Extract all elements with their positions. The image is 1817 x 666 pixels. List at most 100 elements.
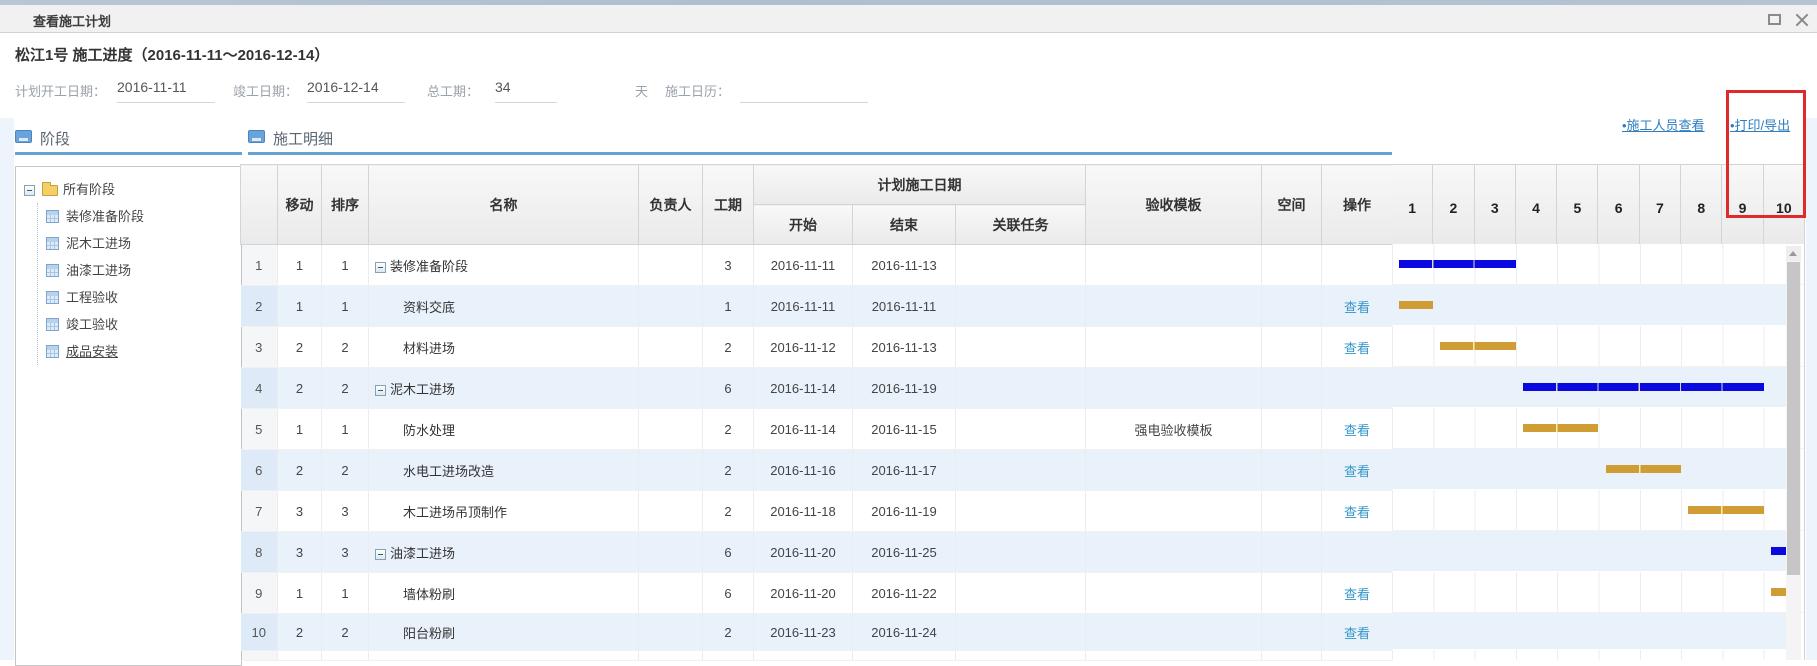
gantt-day-header: 7 xyxy=(1640,165,1681,245)
gantt-day-header: 1 xyxy=(1392,165,1433,245)
total-duration-value[interactable]: 34 xyxy=(495,79,557,103)
task-name: 防水处理 xyxy=(403,423,455,438)
cell-related-task xyxy=(956,368,1086,409)
col-space: 空间 xyxy=(1262,165,1322,245)
worker-view-link[interactable]: •施工人员查看 xyxy=(1622,115,1705,134)
col-move: 移动 xyxy=(278,165,322,245)
cell-start-date: 2016-11-20 xyxy=(754,532,853,573)
cell-rownum: 7 xyxy=(241,491,278,532)
gantt-day-header: 9 xyxy=(1722,165,1763,245)
close-icon[interactable] xyxy=(1793,12,1811,28)
vertical-scrollbar[interactable] xyxy=(1786,246,1801,660)
cell-end-date: 2016-11-25 xyxy=(853,532,956,573)
stage-grid-icon xyxy=(46,345,59,358)
view-link[interactable]: 查看 xyxy=(1344,341,1370,356)
cell-space xyxy=(1262,614,1322,651)
cell-start-date: 2016-11-20 xyxy=(754,573,853,614)
cell-duration: 6 xyxy=(703,368,754,409)
task-name: 泥木工进场 xyxy=(390,382,455,397)
modal-titlebar: 查看施工计划 xyxy=(0,5,1817,33)
cell-related-task xyxy=(956,573,1086,614)
cell-name: 泥木工进场 xyxy=(369,368,639,409)
cell-move: 1 xyxy=(278,245,322,286)
construction-calendar-value[interactable] xyxy=(740,79,868,103)
plan-start-date-value[interactable]: 2016-11-11 xyxy=(117,79,215,103)
cell-empty xyxy=(1262,651,1322,661)
cell-owner xyxy=(639,245,703,286)
gantt-day-header: 4 xyxy=(1516,165,1557,245)
print-export-link[interactable]: •打印/导出 xyxy=(1730,115,1790,134)
duration-unit-label: 天 xyxy=(635,81,648,100)
tree-item[interactable]: 成品安装 xyxy=(46,338,144,365)
cell-move: 2 xyxy=(278,614,322,651)
scrollbar-thumb[interactable] xyxy=(1787,262,1800,575)
cell-related-task xyxy=(956,327,1086,368)
tree-item-label: 装修准备阶段 xyxy=(66,209,144,224)
cell-action xyxy=(1322,532,1393,573)
gantt-row xyxy=(1392,490,1804,531)
cell-space xyxy=(1262,286,1322,327)
cell-start-date: 2016-11-11 xyxy=(754,286,853,327)
detail-panel-icon xyxy=(248,130,265,143)
folder-icon xyxy=(42,185,58,196)
cell-duration: 2 xyxy=(703,327,754,368)
task-name: 墙体粉刷 xyxy=(403,587,455,602)
cell-move: 3 xyxy=(278,532,322,573)
table-row: 733木工进场吊顶制作22016-11-182016-11-19查看 xyxy=(241,491,1393,532)
cell-name: 资料交底 xyxy=(369,286,639,327)
tree-item[interactable]: 竣工验收 xyxy=(46,311,144,338)
cell-order: 1 xyxy=(322,286,369,327)
view-link[interactable]: 查看 xyxy=(1344,300,1370,315)
cell-order: 3 xyxy=(322,491,369,532)
cell-space xyxy=(1262,450,1322,491)
cell-move: 2 xyxy=(278,327,322,368)
cell-order: 3 xyxy=(322,532,369,573)
cell-owner xyxy=(639,286,703,327)
col-plan-dates-group: 计划施工日期 xyxy=(754,165,1086,205)
row-collapse-icon[interactable] xyxy=(375,549,386,560)
view-link[interactable]: 查看 xyxy=(1344,587,1370,602)
completion-date-value[interactable]: 2016-12-14 xyxy=(307,79,405,103)
gantt-day-header: 5 xyxy=(1557,165,1598,245)
construction-table: 移动 排序 名称 负责人 工期 计划施工日期 验收模板 空间 操作 开始 结束 … xyxy=(240,164,1393,661)
cell-acceptance-template xyxy=(1086,327,1262,368)
cell-related-task xyxy=(956,614,1086,651)
cell-duration: 6 xyxy=(703,532,754,573)
view-link[interactable]: 查看 xyxy=(1344,626,1370,641)
gantt-bar-gold xyxy=(1688,506,1764,514)
cell-space xyxy=(1262,532,1322,573)
tree-item[interactable]: 装修准备阶段 xyxy=(46,203,144,230)
collapse-icon[interactable] xyxy=(24,185,35,196)
cell-owner xyxy=(639,573,703,614)
view-link[interactable]: 查看 xyxy=(1344,505,1370,520)
view-link[interactable]: 查看 xyxy=(1344,423,1370,438)
col-owner: 负责人 xyxy=(639,165,703,245)
cell-empty xyxy=(1086,651,1262,661)
gantt-body xyxy=(1392,244,1805,660)
cell-owner xyxy=(639,532,703,573)
cell-action: 查看 xyxy=(1322,614,1393,651)
task-name: 油漆工进场 xyxy=(390,546,455,561)
scrollbar-up-arrow-icon[interactable] xyxy=(1786,246,1801,261)
cell-owner xyxy=(639,614,703,651)
tree-item[interactable]: 油漆工进场 xyxy=(46,257,144,284)
gantt-day-header: 6 xyxy=(1598,165,1639,245)
tree-item[interactable]: 泥木工进场 xyxy=(46,230,144,257)
tree-root-item[interactable]: 所有阶段 xyxy=(24,179,115,201)
cell-duration: 3 xyxy=(703,245,754,286)
stage-grid-icon xyxy=(46,237,59,250)
cell-start-date: 2016-11-14 xyxy=(754,409,853,450)
view-link[interactable]: 查看 xyxy=(1344,464,1370,479)
maximize-icon[interactable] xyxy=(1766,12,1784,28)
row-collapse-icon[interactable] xyxy=(375,385,386,396)
tree-item[interactable]: 工程验收 xyxy=(46,284,144,311)
row-collapse-icon[interactable] xyxy=(375,262,386,273)
cell-rownum: 6 xyxy=(241,450,278,491)
gantt-row xyxy=(1392,244,1804,285)
completion-date-label: 竣工日期： xyxy=(233,81,298,100)
gantt-day-header: 3 xyxy=(1475,165,1516,245)
cell-move: 1 xyxy=(278,573,322,614)
cell-name: 阳台粉刷 xyxy=(369,614,639,651)
table-row: 911墙体粉刷62016-11-202016-11-22查看 xyxy=(241,573,1393,614)
cell-duration: 1 xyxy=(703,286,754,327)
